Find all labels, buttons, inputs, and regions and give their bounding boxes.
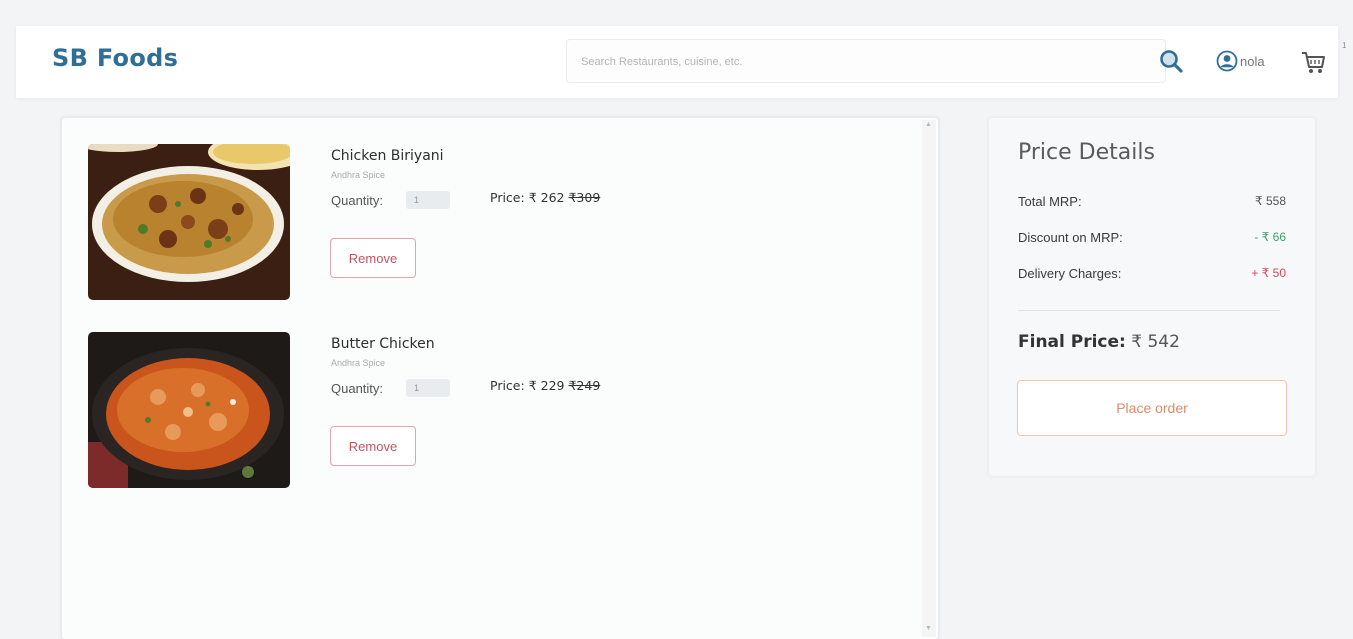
final-price-value: ₹ 542 (1131, 332, 1180, 352)
top-navbar: SB Foods nola 1 (16, 26, 1346, 98)
scrollbar[interactable]: ▲ ▼ (922, 120, 936, 637)
price-value: ₹ 262 (528, 190, 565, 205)
search-bar (566, 39, 1166, 84)
quantity-label: Quantity: (331, 193, 384, 208)
price-details-card: Price Details Total MRP: ₹ 558 Discount … (989, 118, 1315, 476)
place-order-button[interactable]: Place order (1017, 380, 1287, 436)
app-logo[interactable]: SB Foods (52, 44, 178, 72)
scroll-down-arrow-icon[interactable]: ▼ (925, 625, 932, 632)
item-price: Price: ₹ 262 ₹309 (490, 190, 600, 205)
discount-label: Discount on MRP: (1018, 230, 1123, 245)
scroll-up-arrow-icon[interactable]: ▲ (925, 121, 932, 128)
remove-button[interactable]: Remove (330, 426, 416, 466)
item-name: Butter Chicken (331, 336, 435, 352)
price-label: Price: (490, 190, 525, 205)
cart-item: Butter Chicken Andhra Spice Quantity: Pr… (88, 332, 788, 492)
cart-item: Chicken Biriyani Andhra Spice Quantity: … (88, 144, 788, 304)
search-icon[interactable] (1158, 48, 1184, 74)
butter-chicken-image (88, 332, 290, 488)
discount-value: - ₹ 66 (1254, 230, 1286, 244)
item-restaurant: Andhra Spice (331, 358, 386, 368)
divider (1018, 310, 1280, 311)
price-details-title: Price Details (1018, 140, 1155, 165)
item-restaurant: Andhra Spice (331, 170, 386, 180)
final-price: Final Price: ₹ 542 (1018, 332, 1180, 352)
total-mrp-label: Total MRP: (1018, 194, 1082, 209)
quantity-input[interactable] (406, 191, 450, 209)
cart-count-badge: 1 (1342, 41, 1347, 50)
user-profile[interactable]: nola (1216, 49, 1265, 73)
final-price-label: Final Price: (1018, 332, 1126, 352)
chicken-biriyani-image (88, 144, 290, 300)
item-name: Chicken Biriyani (331, 148, 444, 164)
search-input[interactable] (579, 40, 1143, 84)
remove-button[interactable]: Remove (330, 238, 416, 278)
user-circle-icon (1216, 50, 1238, 72)
price-label: Price: (490, 378, 525, 393)
total-mrp-value: ₹ 558 (1255, 194, 1286, 208)
original-price: ₹249 (568, 378, 601, 393)
delivery-charges-value: + ₹ 50 (1251, 266, 1286, 280)
price-value: ₹ 229 (528, 378, 565, 393)
quantity-label: Quantity: (331, 381, 384, 396)
cart-icon[interactable] (1299, 48, 1327, 76)
item-price: Price: ₹ 229 ₹249 (490, 378, 600, 393)
delivery-charges-label: Delivery Charges: (1018, 266, 1122, 281)
original-price: ₹309 (568, 190, 601, 205)
user-name: nola (1240, 53, 1265, 69)
quantity-input[interactable] (406, 379, 450, 397)
